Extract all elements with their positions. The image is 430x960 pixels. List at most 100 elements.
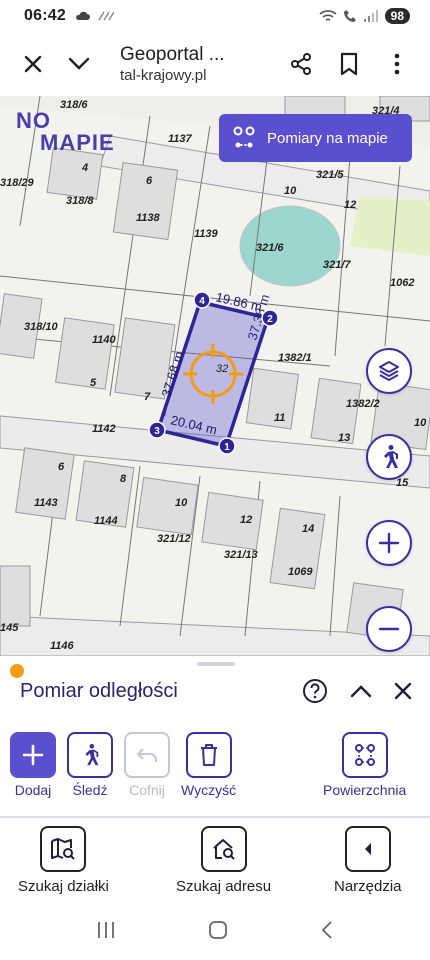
parcel-label: 318/29	[0, 177, 35, 189]
tool-label-track: Śledź	[72, 782, 108, 798]
nav-label-address: Szukaj adresu	[176, 878, 272, 895]
sheet-drag-handle[interactable]	[197, 662, 235, 666]
more-vert-icon	[394, 53, 400, 75]
parcel-label: 12	[344, 199, 356, 211]
parcel-label: 1139	[194, 228, 219, 240]
close-sheet-button[interactable]	[394, 682, 412, 705]
parcel-label: 1069	[288, 566, 313, 578]
recents-icon	[98, 921, 114, 938]
close-icon	[394, 682, 412, 700]
measure-on-map-button[interactable]: Pomiary na mapie	[219, 114, 412, 162]
parcel-label: 13	[338, 432, 350, 444]
add-point-box[interactable]	[10, 732, 56, 778]
close-tab-button[interactable]	[16, 47, 50, 81]
parcel-label: 1142	[92, 423, 116, 435]
page-title-block[interactable]: Geoportal ... tal-krajowy.pl	[120, 43, 284, 86]
nav-tools[interactable]: Narzędzia	[334, 826, 402, 895]
chevron-up-icon	[350, 685, 372, 698]
vertex-label: 1	[224, 442, 230, 453]
help-button[interactable]	[302, 678, 328, 709]
parcel-label: 321/7	[323, 259, 351, 271]
status-dot	[10, 664, 24, 678]
add-point-button[interactable]: Dodaj	[10, 732, 56, 798]
nav-search-parcel-box[interactable]	[40, 826, 87, 872]
cloud-icon	[76, 11, 90, 20]
layers-button[interactable]	[366, 348, 412, 394]
back-button[interactable]	[320, 920, 334, 945]
nav-search-parcel[interactable]: Szukaj działki	[18, 826, 109, 895]
area-button[interactable]: Powierzchnia	[323, 732, 406, 798]
page-title: Geoportal ...	[120, 43, 225, 65]
tool-label-area: Powierzchnia	[323, 782, 407, 798]
trash-icon	[200, 744, 217, 766]
parcel-label: 10	[175, 497, 188, 509]
wifi-icon	[319, 10, 337, 21]
parcel-label: 12	[240, 514, 252, 526]
zoom-out-button[interactable]	[366, 606, 412, 652]
home-icon	[209, 920, 227, 939]
nav-search-address-box[interactable]	[200, 826, 247, 872]
parcel-label: 11	[274, 412, 285, 424]
undo-box	[124, 732, 170, 778]
parcel-label: 1140	[92, 334, 117, 346]
track-location-button[interactable]	[366, 434, 412, 480]
parcel-label: 1138	[136, 212, 161, 224]
browser-toolbar: Geoportal ... tal-krajowy.pl	[0, 32, 430, 96]
back-icon	[321, 920, 332, 939]
bookmark-button[interactable]	[332, 47, 366, 81]
parcel-label: 318/8	[66, 195, 94, 207]
tool-label-undo: Cofnij	[129, 782, 165, 798]
nav-label-tools: Narzędzia	[334, 878, 402, 895]
more-menu-button[interactable]	[380, 47, 414, 81]
collapse-button[interactable]	[350, 684, 372, 703]
system-navigation	[0, 904, 430, 960]
parcel-label: 1382/2	[346, 398, 380, 410]
logo-line2: MAPIE	[40, 130, 115, 155]
no-mapie-logo: NO MAPIE	[16, 110, 115, 154]
undo-button: Cofnij	[124, 732, 170, 798]
help-icon	[303, 679, 327, 703]
area-box[interactable]	[341, 732, 388, 778]
parcel-label: 1143	[34, 497, 58, 509]
track-button[interactable]: Śledź	[67, 732, 113, 798]
battery-indicator: 98	[384, 8, 410, 24]
parcel-label: 1137	[168, 133, 193, 145]
tool-label-add: Dodaj	[14, 782, 52, 798]
share-button[interactable]	[284, 47, 318, 81]
vertex-label: 3	[154, 426, 160, 437]
share-icon	[291, 53, 311, 75]
parcel-label: 32	[216, 363, 228, 375]
home-search-icon	[212, 839, 235, 860]
parcel-label: 1382/1	[278, 352, 312, 364]
parcel-label: 6	[146, 175, 153, 187]
signal-slash-icon	[98, 11, 114, 21]
parcel-label: 15	[396, 477, 409, 489]
expand-button[interactable]	[62, 47, 96, 81]
zoom-in-button[interactable]	[366, 520, 412, 566]
logo-line1: NO	[16, 108, 51, 133]
page-url: tal-krajowy.pl	[120, 66, 207, 84]
nav-search-address[interactable]: Szukaj adresu	[176, 826, 271, 895]
chevron-down-icon	[68, 57, 90, 70]
recents-button[interactable]	[96, 921, 116, 944]
parcel-label: 321/6	[256, 242, 284, 254]
close-icon	[24, 55, 42, 73]
parcel-label: 14	[302, 523, 314, 535]
home-button[interactable]	[208, 920, 228, 945]
clear-button[interactable]: Wyczyść	[181, 732, 236, 798]
track-box[interactable]	[67, 732, 113, 778]
status-bar: 06:42 98	[0, 0, 430, 32]
cell-signal-icon	[363, 10, 378, 22]
nav-tools-box[interactable]	[344, 826, 391, 872]
map-view[interactable]: 318/6 1137 321/4 4 6 318/29 318/8 1138 1…	[0, 96, 430, 656]
parcel-label: 1062	[390, 277, 414, 289]
map-canvas[interactable]: 318/6 1137 321/4 4 6 318/29 318/8 1138 1…	[0, 96, 430, 656]
plus-icon	[22, 744, 44, 766]
minus-icon	[378, 627, 400, 631]
status-time: 06:42	[24, 7, 66, 24]
parcel-label: 8	[120, 473, 127, 485]
plus-icon	[378, 532, 400, 554]
undo-icon	[136, 748, 157, 762]
clear-box[interactable]	[185, 732, 232, 778]
parcel-label: 7	[144, 391, 151, 403]
